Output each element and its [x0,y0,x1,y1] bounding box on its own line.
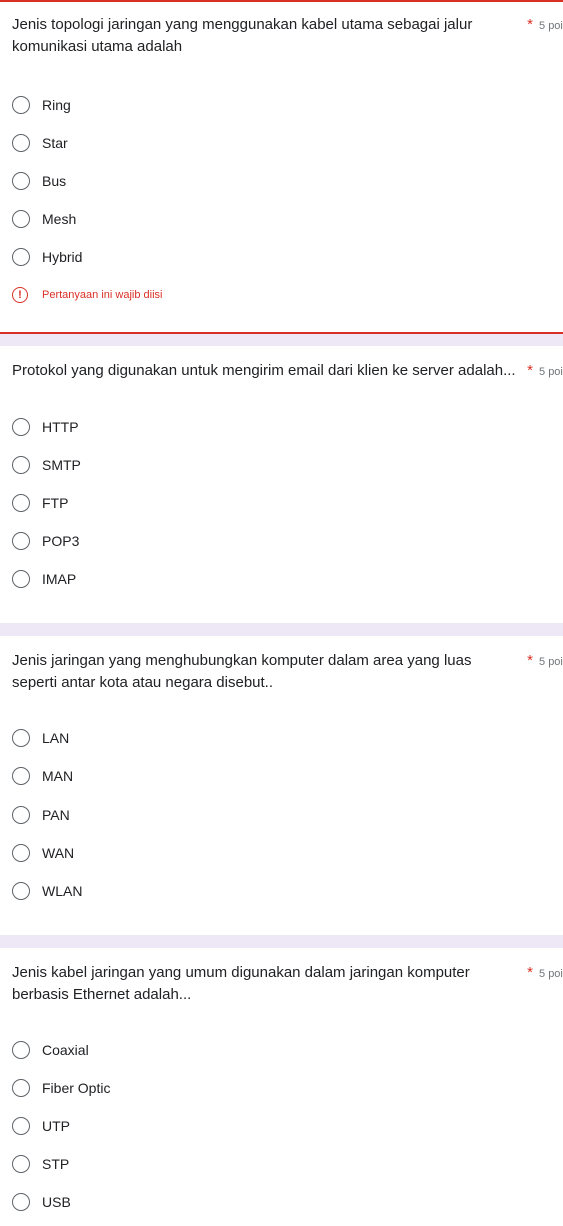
required-error: ! Pertanyaan ini wajib diisi [12,287,162,303]
error-message: Pertanyaan ini wajib diisi [42,289,163,301]
radio-button[interactable] [12,134,30,152]
radio-button[interactable] [12,248,30,266]
question-meta: * 5 poin [527,14,563,37]
radio-button[interactable] [12,456,30,474]
question-title: Jenis topologi jaringan yang menggunakan… [12,16,473,55]
radio-button[interactable] [12,418,30,436]
radio-button[interactable] [12,729,30,747]
option-star[interactable]: Star [12,132,68,154]
required-asterisk: * [527,964,534,981]
option-label: MAN [42,768,74,784]
question-title: Jenis jaringan yang menghubungkan komput… [12,652,472,691]
radio-button[interactable] [12,1117,30,1135]
question-meta: * 5 poin [527,650,563,673]
question-card-1: Jenis topologi jaringan yang menggunakan… [0,0,563,334]
option-man[interactable]: MAN [12,765,73,787]
option-label: FTP [42,495,69,511]
option-http[interactable]: HTTP [12,416,79,438]
question-card-2: Protokol yang digunakan untuk mengirim e… [0,346,563,623]
option-bus[interactable]: Bus [12,170,66,192]
question-meta: * 5 poin [527,360,563,383]
radio-button[interactable] [12,172,30,190]
option-pop3[interactable]: POP3 [12,530,79,552]
option-usb[interactable]: USB [12,1191,71,1213]
option-label: UTP [42,1118,70,1134]
radio-button[interactable] [12,767,30,785]
points-label: 5 poin [539,366,563,378]
radio-button[interactable] [12,806,30,824]
required-asterisk: * [527,652,534,669]
option-mesh[interactable]: Mesh [12,208,76,230]
option-label: HTTP [42,419,79,435]
option-label: WLAN [42,883,83,899]
required-asterisk: * [527,16,534,33]
error-icon: ! [12,287,28,303]
points-label: 5 poin [539,656,563,668]
required-asterisk: * [527,362,534,379]
radio-button[interactable] [12,1193,30,1211]
radio-button[interactable] [12,844,30,862]
option-utp[interactable]: UTP [12,1115,70,1137]
option-hybrid[interactable]: Hybrid [12,246,82,268]
option-label: PAN [42,807,70,823]
radio-button[interactable] [12,1155,30,1173]
option-pan[interactable]: PAN [12,804,70,826]
option-wan[interactable]: WAN [12,842,74,864]
radio-button[interactable] [12,96,30,114]
option-label: Hybrid [42,249,83,265]
option-ftp[interactable]: FTP [12,492,68,514]
option-label: WAN [42,845,75,861]
option-imap[interactable]: IMAP [12,568,76,590]
option-label: Mesh [42,211,77,227]
option-label: Bus [42,173,67,189]
radio-button[interactable] [12,1041,30,1059]
radio-button[interactable] [12,210,30,228]
option-label: LAN [42,730,70,746]
option-wlan[interactable]: WLAN [12,880,82,902]
option-label: POP3 [42,533,80,549]
option-ring[interactable]: Ring [12,94,71,116]
question-title: Jenis kabel jaringan yang umum digunakan… [12,964,470,1003]
option-lan[interactable]: LAN [12,727,69,749]
option-coaxial[interactable]: Coaxial [12,1039,89,1061]
option-smtp[interactable]: SMTP [12,454,81,476]
radio-button[interactable] [12,494,30,512]
option-fiber-optic[interactable]: Fiber Optic [12,1077,110,1099]
option-label: Fiber Optic [42,1080,111,1096]
points-label: 5 poin [539,968,563,980]
radio-button[interactable] [12,1079,30,1097]
radio-button[interactable] [12,570,30,588]
option-label: Coaxial [42,1042,89,1058]
question-meta: * 5 poin [527,962,563,985]
option-label: Ring [42,97,71,113]
radio-button[interactable] [12,882,30,900]
option-label: IMAP [42,571,77,587]
radio-button[interactable] [12,532,30,550]
question-card-3: Jenis jaringan yang menghubungkan komput… [0,636,563,935]
points-label: 5 poin [539,20,563,32]
option-label: Star [42,135,68,151]
question-title: Protokol yang digunakan untuk mengirim e… [12,362,516,379]
option-label: USB [42,1194,71,1210]
question-card-4: Jenis kabel jaringan yang umum digunakan… [0,948,563,1226]
option-stp[interactable]: STP [12,1153,69,1175]
option-label: STP [42,1156,70,1172]
option-label: SMTP [42,457,81,473]
